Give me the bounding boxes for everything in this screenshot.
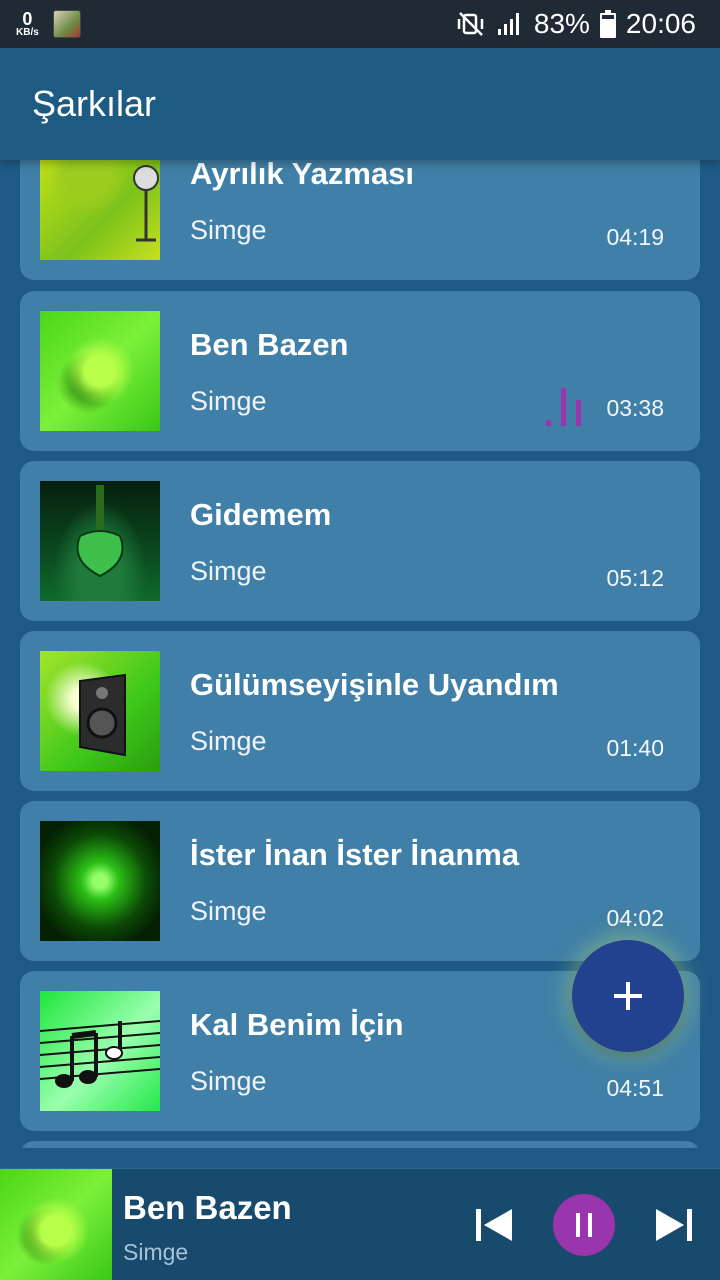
now-playing-album-art [0, 1169, 112, 1280]
clock: 20:06 [625, 8, 696, 39]
song-item[interactable]: Ayrılık Yazması Simge 04:19 [20, 160, 700, 280]
mute-vibrate-icon [456, 10, 486, 38]
song-title: Gülümseyişinle Uyandım [190, 667, 559, 702]
battery-percent: 83% [533, 8, 590, 39]
song-item[interactable]: Gidemem Simge 05:12 [20, 461, 700, 621]
previous-button[interactable] [474, 1205, 514, 1245]
battery-icon [599, 10, 616, 38]
status-right: 83% 20:06 [456, 8, 696, 40]
song-title: Ben Bazen [190, 327, 349, 362]
now-playing-title: Ben Bazen [123, 1189, 292, 1226]
song-item[interactable]: İster İnan İster İnanma Simge 04:02 [20, 801, 700, 961]
song-item[interactable]: Ben Bazen Simge 03:38 [20, 291, 700, 451]
playing-equalizer-icon [546, 388, 581, 426]
album-art [40, 651, 160, 771]
album-art [39, 991, 161, 1111]
app-bar: Şarkılar [0, 48, 720, 160]
song-duration: 04:02 [606, 905, 664, 931]
album-art [40, 821, 160, 941]
song-artist: Simge [190, 726, 267, 756]
song-title: İster İnan İster İnanma [190, 837, 520, 872]
network-speed-unit: KB/s [16, 27, 39, 38]
plus-icon [614, 982, 642, 1010]
song-duration: 04:19 [606, 224, 664, 250]
song-artist: Simge [190, 1066, 267, 1096]
song-artist: Simge [190, 386, 267, 416]
song-artist: Simge [190, 215, 267, 245]
song-title: Gidemem [190, 497, 332, 532]
app-notification-icon [52, 10, 81, 38]
song-item[interactable] [20, 1141, 700, 1148]
add-button[interactable] [572, 940, 684, 1052]
album-art [40, 481, 160, 601]
song-artist: Simge [190, 896, 267, 926]
network-speed: 0 KB/s [16, 10, 39, 38]
previous-icon [476, 1209, 512, 1241]
album-art [40, 311, 160, 431]
status-left: 0 KB/s [16, 10, 81, 38]
now-playing-bar[interactable]: Ben Bazen Simge [0, 1168, 720, 1280]
next-icon [656, 1209, 692, 1241]
signal-icon [496, 11, 524, 37]
pause-button[interactable] [553, 1194, 615, 1256]
network-speed-value: 0 [22, 9, 33, 29]
page-title: Şarkılar [32, 83, 157, 124]
song-duration: 01:40 [606, 735, 664, 761]
now-playing-artist: Simge [123, 1239, 189, 1265]
pause-icon [576, 1213, 592, 1237]
song-item[interactable]: Gülümseyişinle Uyandım Simge 01:40 [20, 631, 700, 791]
song-title: Ayrılık Yazması [190, 160, 415, 191]
song-duration: 04:51 [606, 1075, 664, 1101]
song-artist: Simge [190, 556, 267, 586]
status-bar: 0 KB/s 83% 20:06 [0, 0, 720, 48]
album-art [40, 160, 160, 260]
song-duration: 05:12 [606, 565, 664, 591]
song-title: Kal Benim İçin [190, 1007, 404, 1042]
song-duration: 03:38 [606, 395, 664, 421]
next-button[interactable] [654, 1205, 694, 1245]
